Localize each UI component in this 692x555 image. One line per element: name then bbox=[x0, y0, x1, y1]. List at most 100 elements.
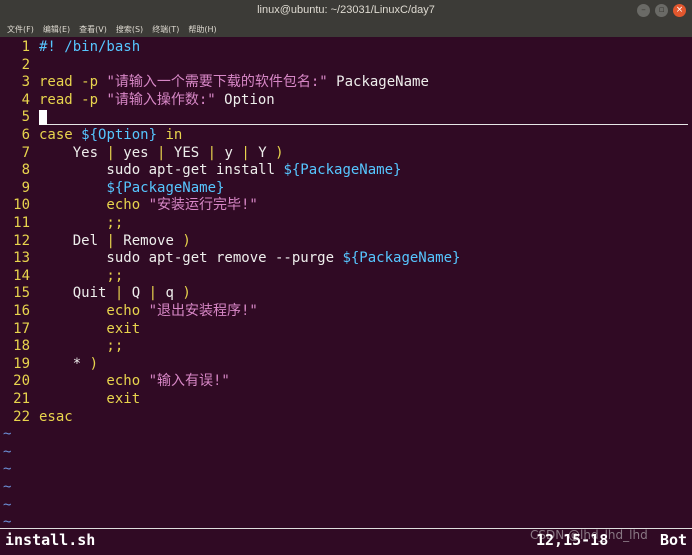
code-token: read -p bbox=[39, 91, 107, 108]
line-number: 12 bbox=[13, 232, 30, 249]
line-number: 10 bbox=[13, 197, 30, 214]
code-token: ) bbox=[182, 232, 191, 249]
code-line: 10 echo "安装运行完毕!" bbox=[0, 197, 258, 214]
status-scroll: Bot bbox=[660, 531, 688, 549]
maximize-button[interactable]: ▫ bbox=[655, 4, 668, 17]
code-token: * bbox=[39, 355, 90, 372]
window-controls: – ▫ × bbox=[637, 4, 686, 17]
code-line: 13 sudo apt-get remove --purge ${Package… bbox=[0, 250, 460, 267]
line-number: 19 bbox=[13, 355, 30, 372]
line-number: 7 bbox=[21, 144, 30, 161]
code-token: | bbox=[207, 144, 217, 161]
line-number: 22 bbox=[13, 408, 30, 425]
text-cursor bbox=[39, 109, 47, 125]
code-line: 1 #! /bin/bash bbox=[0, 39, 141, 56]
code-token: Y bbox=[249, 144, 276, 161]
empty-buffer-line: ~ bbox=[3, 426, 12, 443]
code-line: 4 read -p "请输入操作数:" Option bbox=[0, 92, 275, 109]
menu-item[interactable]: 帮助(H) bbox=[188, 22, 216, 37]
empty-buffer-line: ~ bbox=[3, 479, 12, 495]
line-number: 18 bbox=[13, 338, 30, 355]
code-line: 5 bbox=[0, 109, 47, 126]
code-token: Remove bbox=[114, 232, 183, 249]
line-number: 8 bbox=[21, 162, 30, 179]
code-token: | bbox=[241, 144, 250, 161]
line-number: 3 bbox=[21, 74, 30, 91]
menu-item[interactable]: 编辑(E) bbox=[43, 22, 70, 37]
menu-item[interactable]: 搜索(S) bbox=[116, 22, 143, 37]
code-line: 19 * ) bbox=[0, 356, 98, 373]
line-number: 21 bbox=[13, 391, 30, 407]
code-token: exit bbox=[39, 391, 141, 407]
menu-item[interactable]: 文件(F) bbox=[7, 22, 34, 37]
code-line: 2 bbox=[0, 57, 39, 74]
menu-item[interactable]: 终端(T) bbox=[152, 22, 179, 37]
code-token: ${Option} bbox=[81, 127, 158, 143]
vim-statusline: install.sh CSDN @lhd_lhd_lhd 12,15-18 Bo… bbox=[0, 528, 692, 555]
empty-buffer-line: ~ bbox=[3, 496, 12, 513]
code-token: Q bbox=[123, 285, 149, 302]
code-token: ;; bbox=[39, 267, 124, 284]
code-line: 3 read -p "请输入一个需要下载的软件包名:" PackageName bbox=[0, 74, 429, 91]
code-token: ;; bbox=[39, 338, 124, 355]
code-line: 12 Del | Remove ) bbox=[0, 233, 191, 250]
code-token: "输入有误!" bbox=[148, 373, 230, 390]
line-number: 5 bbox=[21, 109, 30, 126]
window-titlebar[interactable]: linux@ubuntu: ~/23031/LinuxC/day7 – ▫ × bbox=[0, 0, 692, 23]
line-number: 11 bbox=[13, 215, 30, 231]
code-token: "请输入操作数:" bbox=[106, 91, 216, 108]
code-token: read -p bbox=[39, 74, 107, 91]
code-line: 21 exit bbox=[0, 391, 140, 408]
line-number: 6 bbox=[21, 127, 30, 143]
code-token: ) bbox=[182, 285, 191, 302]
close-button[interactable]: × bbox=[673, 4, 686, 17]
code-line: 9 ${PackageName} bbox=[0, 179, 225, 197]
code-token: echo bbox=[39, 197, 149, 214]
code-line: 17 exit bbox=[0, 321, 140, 338]
empty-buffer-line: ~ bbox=[3, 443, 12, 460]
status-position: 12,15-18 bbox=[536, 531, 609, 549]
empty-buffer-line: ~ bbox=[3, 461, 12, 478]
minimize-button[interactable]: – bbox=[637, 4, 650, 17]
code-token: sudo apt-get remove --purge bbox=[39, 250, 343, 267]
code-line: 16 echo "退出安装程序!" bbox=[0, 303, 258, 320]
code-token: PackageName bbox=[327, 74, 429, 91]
menu-bar: 文件(F) 编辑(E) 查看(V) 搜索(S) 终端(T) 帮助(H) bbox=[0, 22, 692, 37]
window-title: linux@ubuntu: ~/23031/LinuxC/day7 bbox=[257, 4, 435, 16]
code-line: 22 esac bbox=[0, 409, 73, 426]
code-line: 15 Quit | Q | q ) bbox=[0, 285, 191, 302]
line-number: 1 bbox=[21, 39, 30, 55]
line-number: 2 bbox=[21, 56, 30, 73]
cursor-line-underline bbox=[39, 124, 688, 125]
code-line: 7 Yes | yes | YES | y | Y ) bbox=[0, 145, 284, 162]
code-token: echo bbox=[39, 373, 149, 390]
code-token: Del bbox=[39, 232, 107, 249]
status-filename: install.sh bbox=[5, 531, 96, 549]
code-token: ) bbox=[89, 355, 99, 372]
code-token: "请输入一个需要下载的软件包名:" bbox=[106, 74, 328, 91]
line-number: 9 bbox=[21, 179, 30, 196]
code-token: "退出安装程序!" bbox=[148, 303, 258, 319]
menu-item[interactable]: 查看(V) bbox=[79, 22, 107, 37]
line-number: 14 bbox=[13, 267, 30, 284]
code-token: Option bbox=[215, 91, 275, 108]
code-line: 6 case ${Option} in bbox=[0, 127, 183, 144]
vim-editor[interactable]: 1 #! /bin/bash 2 3 read -p "请输入一个需要下载的软件包名:"… bbox=[0, 38, 692, 530]
code-line: 20 echo "输入有误!" bbox=[0, 373, 230, 390]
code-token: | bbox=[106, 232, 115, 249]
code-token: ) bbox=[275, 144, 284, 161]
code-token: yes bbox=[114, 144, 158, 161]
code-line: 11 ;; bbox=[0, 215, 123, 232]
line-number: 17 bbox=[13, 320, 30, 337]
code-token: ${PackageName} bbox=[106, 179, 225, 196]
code-line: 8 sudo apt-get install ${PackageName} bbox=[0, 162, 402, 179]
code-token: echo bbox=[39, 303, 149, 319]
code-token: q bbox=[157, 285, 183, 302]
code-token: #! /bin/bash bbox=[39, 39, 141, 55]
code-token: Yes bbox=[39, 144, 107, 161]
code-token: esac bbox=[39, 408, 73, 425]
code-token: "安装运行完毕!" bbox=[148, 197, 258, 214]
code-token: sudo apt-get install bbox=[39, 162, 284, 179]
code-token: case bbox=[39, 127, 82, 143]
